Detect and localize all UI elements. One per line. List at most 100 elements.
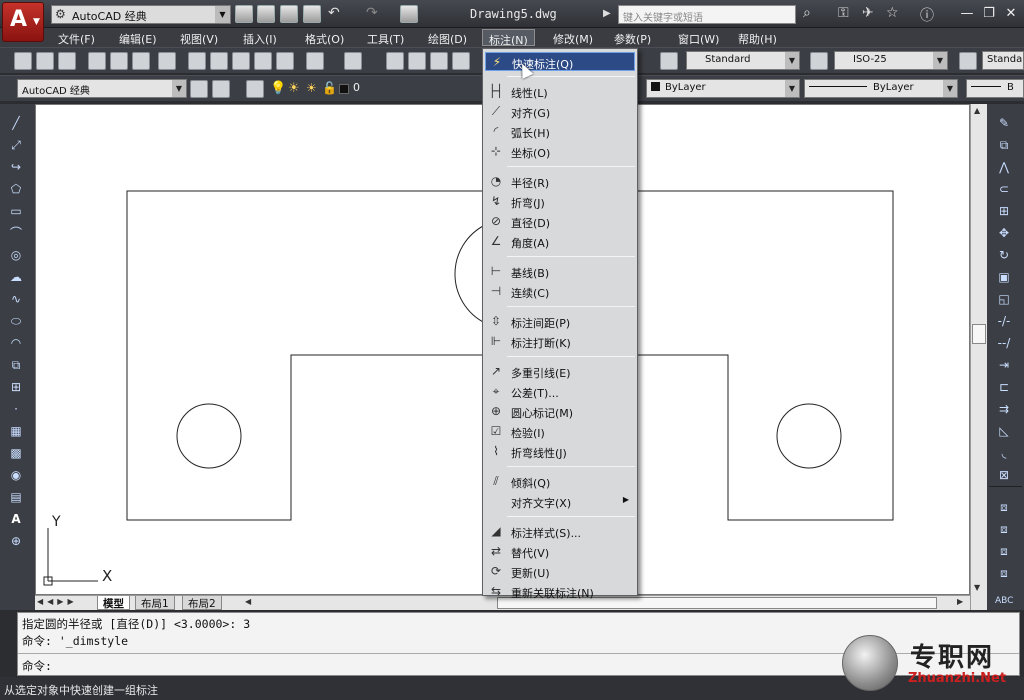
binoculars-icon[interactable]: ⌕ [803,5,811,21]
color-select[interactable]: ByLayer ▼ [646,79,800,98]
vertical-scroll-thumb[interactable] [972,324,986,344]
bring-above-icon[interactable]: ⧈ [995,564,1013,582]
make-block-icon[interactable]: ⊞ [7,378,25,396]
redo-icon[interactable] [344,52,362,70]
bring-front-icon[interactable]: ⧈ [995,520,1013,538]
plot-icon[interactable] [88,52,106,70]
close-button[interactable]: ✕ [1000,4,1022,24]
erase-icon[interactable]: ✎ [995,114,1013,132]
search-input[interactable]: 键入关键字或短语 [618,5,796,24]
copy-icon[interactable] [210,52,228,70]
menu-item-arc-length[interactable]: ◜ 弧长(H) [485,122,635,141]
table-style-select[interactable]: Standard [982,51,1024,70]
ellipse-icon[interactable]: ⬭ [7,312,25,330]
zoom-window-icon[interactable] [430,52,448,70]
menu-item-quick-dim[interactable]: ⚡ 快速标注(Q) [485,52,635,71]
tab-nav-icons[interactable]: ◀◀▶▶ [37,597,78,606]
menu-item-reassociate[interactable]: ⇆ 重新关联标注(N) [485,582,635,601]
3d-dwf-icon[interactable] [158,52,176,70]
new-icon[interactable] [14,52,32,70]
redo-icon[interactable]: ↷ [366,5,378,21]
explode-icon[interactable]: ⊠ [995,466,1013,484]
zoom-realtime-icon[interactable] [408,52,426,70]
menu-item-override[interactable]: ⇄ 替代(V) [485,542,635,561]
satellite-icon[interactable]: ✈ [862,5,874,21]
polygon-icon[interactable]: ⬠ [7,180,25,198]
layer-properties-icon[interactable] [246,80,264,98]
menu-file[interactable]: 文件(F) [52,29,101,46]
help-icon[interactable]: ⓘ [920,5,934,25]
application-menu-button[interactable]: A ▼ [2,2,44,42]
spline-icon[interactable]: ∿ [7,290,25,308]
key-icon[interactable]: ⚿ [838,5,849,21]
text-front-icon[interactable]: ABC [995,592,1013,610]
menu-item-continue[interactable]: ⊣ 连续(C) [485,282,635,301]
circle-icon[interactable]: ◎ [7,246,25,264]
rectangle-icon[interactable]: ▭ [7,202,25,220]
new-file-icon[interactable] [235,5,253,23]
construction-line-icon[interactable]: ⤢ [7,136,25,154]
tab-model[interactable]: 模型 [97,596,130,610]
menu-item-align-text[interactable]: 对齐文字(X) ▶ [485,492,635,511]
draw-order-icon[interactable]: ⧈ [995,498,1013,516]
zoom-previous-icon[interactable] [452,52,470,70]
text-style-icon[interactable] [660,52,678,70]
extend-icon[interactable]: --/ [995,334,1013,352]
line-icon[interactable]: ╱ [7,114,25,132]
save-icon[interactable] [58,52,76,70]
menu-item-radius[interactable]: ◔ 半径(R) [485,172,635,191]
vertical-scrollbar[interactable]: ▲ ▼ [970,104,987,610]
tab-layout1[interactable]: 布局1 [135,596,175,610]
dim-style-select[interactable]: ISO-25 ▼ [834,51,948,70]
multiline-text-icon[interactable]: A [7,510,25,528]
menu-parametric[interactable]: 参数(P) [608,29,657,46]
scroll-down-icon[interactable]: ▼ [974,583,980,592]
menu-insert[interactable]: 插入(I) [237,29,283,46]
plot-preview-icon[interactable] [110,52,128,70]
menu-item-aligned[interactable]: ⟋ 对齐(G) [485,102,635,121]
mirror-icon[interactable]: ⋀ [995,158,1013,176]
tab-layout2[interactable]: 布局2 [182,596,222,610]
maximize-button[interactable]: ❐ [978,4,1000,24]
menu-item-ordinate[interactable]: ⊹ 坐标(O) [485,142,635,161]
stretch-icon[interactable]: ◱ [995,290,1013,308]
menu-modify[interactable]: 修改(M) [547,29,599,46]
menu-view[interactable]: 视图(V) [174,29,224,46]
menu-item-dim-break[interactable]: ⊩ 标注打断(K) [485,332,635,351]
expand-icon[interactable]: ▶ [603,8,611,19]
menu-help[interactable]: 帮助(H) [732,29,783,46]
table-style-icon[interactable] [959,52,977,70]
text-style-select[interactable]: Standard ▼ [686,51,800,70]
star-icon[interactable]: ☆ [886,5,899,21]
menu-item-baseline[interactable]: ⊢ 基线(B) [485,262,635,281]
menu-window[interactable]: 窗口(W) [672,29,725,46]
scroll-right-icon[interactable]: ▶ [957,597,963,606]
menu-item-multileader[interactable]: ↗ 多重引线(E) [485,362,635,381]
menu-draw[interactable]: 绘图(D) [422,29,473,46]
gradient-icon[interactable]: ▩ [7,444,25,462]
point-icon[interactable]: · [7,400,25,418]
menu-item-angle[interactable]: ∠ 角度(A) [485,232,635,251]
workspace-switcher[interactable]: ⚙ AutoCAD 经典 ▼ [51,5,231,24]
revision-cloud-icon[interactable]: ☁ [7,268,25,286]
hatch-icon[interactable]: ▦ [7,422,25,440]
open-icon[interactable] [36,52,54,70]
menu-item-oblique[interactable]: ⫽ 倾斜(Q) [485,472,635,491]
break-at-point-icon[interactable]: ⇥ [995,356,1013,374]
workspace-settings-icon[interactable] [190,80,208,98]
insert-block-icon[interactable]: ⧉ [7,356,25,374]
rotate-icon[interactable]: ↻ [995,246,1013,264]
arc-icon[interactable]: ⌒ [7,224,25,242]
undo-icon[interactable]: ↶ [328,5,340,21]
unlock-icon[interactable]: 🔓 [322,81,337,95]
trim-icon[interactable]: -/- [995,312,1013,330]
menu-item-inspection[interactable]: ☑ 检验(I) [485,422,635,441]
menu-item-center-mark[interactable]: ⊕ 圆心标记(M) [485,402,635,421]
menu-edit[interactable]: 编辑(E) [113,29,163,46]
break-icon[interactable]: ⊏ [995,378,1013,396]
move-icon[interactable]: ✥ [995,224,1013,242]
table-icon[interactable]: ▤ [7,488,25,506]
menu-item-linear[interactable]: ├┤ 线性(L) [485,82,635,101]
ellipse-arc-icon[interactable]: ◠ [7,334,25,352]
workspace-select[interactable]: AutoCAD 经典 ▼ [17,79,187,98]
